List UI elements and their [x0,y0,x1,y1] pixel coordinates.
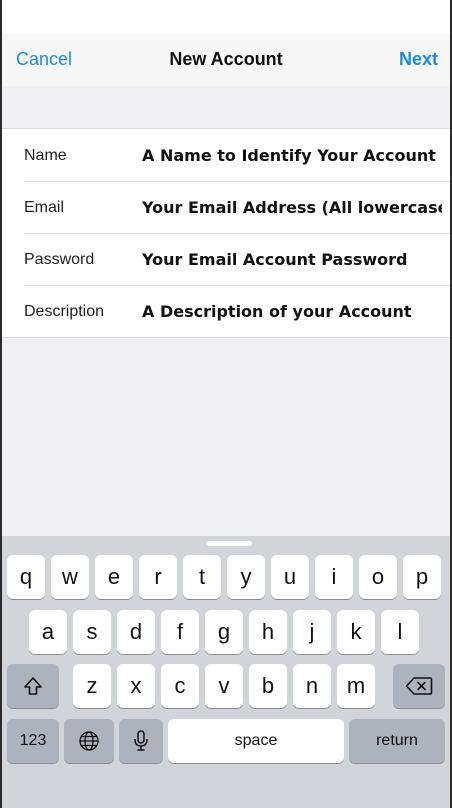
microphone-key[interactable] [119,719,163,763]
password-label: Password [24,251,95,268]
key-t[interactable]: t [183,555,221,599]
key-v[interactable]: v [205,664,243,708]
key-o[interactable]: o [359,555,397,599]
key-p[interactable]: p [403,555,441,599]
numbers-key[interactable]: 123 [7,719,59,763]
globe-key[interactable] [64,719,114,763]
key-d[interactable]: d [117,610,155,654]
form-row-password: Password [2,233,450,285]
key-a[interactable]: a [29,610,67,654]
cancel-button[interactable]: Cancel [16,49,72,70]
email-field[interactable] [142,194,442,220]
shift-icon [24,677,42,695]
key-w[interactable]: w [51,555,89,599]
form-row-description: Description [2,285,450,337]
description-field[interactable] [142,298,442,324]
description-label: Description [24,303,105,320]
next-button[interactable]: Next [399,49,438,70]
email-label: Email [24,199,65,216]
key-h[interactable]: h [249,610,287,654]
password-field[interactable] [142,246,442,272]
key-r[interactable]: r [139,555,177,599]
space-key[interactable]: space [168,719,344,763]
key-g[interactable]: g [205,610,243,654]
delete-key[interactable] [393,664,445,708]
screen: Cancel New Account Next Name Email Passw… [0,0,452,808]
name-field[interactable] [142,142,442,168]
key-s[interactable]: s [73,610,111,654]
shift-key[interactable] [7,664,59,708]
key-i[interactable]: i [315,555,353,599]
form-row-email: Email [2,181,450,233]
key-f[interactable]: f [161,610,199,654]
key-c[interactable]: c [161,664,199,708]
key-y[interactable]: y [227,555,265,599]
account-form: Name Email Password Description [2,128,450,338]
key-n[interactable]: n [293,664,331,708]
navigation-bar: Cancel New Account Next [2,34,450,86]
key-j[interactable]: j [293,610,331,654]
delete-icon [405,677,433,695]
form-row-name: Name [2,129,450,181]
key-k[interactable]: k [337,610,375,654]
name-label: Name [24,147,67,164]
microphone-icon [134,730,148,751]
key-x[interactable]: x [117,664,155,708]
keyboard: q w e r t y u i o p a s d f g h j k l z … [2,536,450,808]
return-key[interactable]: return [349,719,445,763]
keyboard-handle[interactable] [206,541,252,546]
key-b[interactable]: b [249,664,287,708]
status-bar-area [2,0,450,34]
key-u[interactable]: u [271,555,309,599]
key-e[interactable]: e [95,555,133,599]
key-l[interactable]: l [381,610,419,654]
key-m[interactable]: m [337,664,375,708]
globe-icon [79,731,99,751]
key-z[interactable]: z [73,664,111,708]
key-q[interactable]: q [7,555,45,599]
